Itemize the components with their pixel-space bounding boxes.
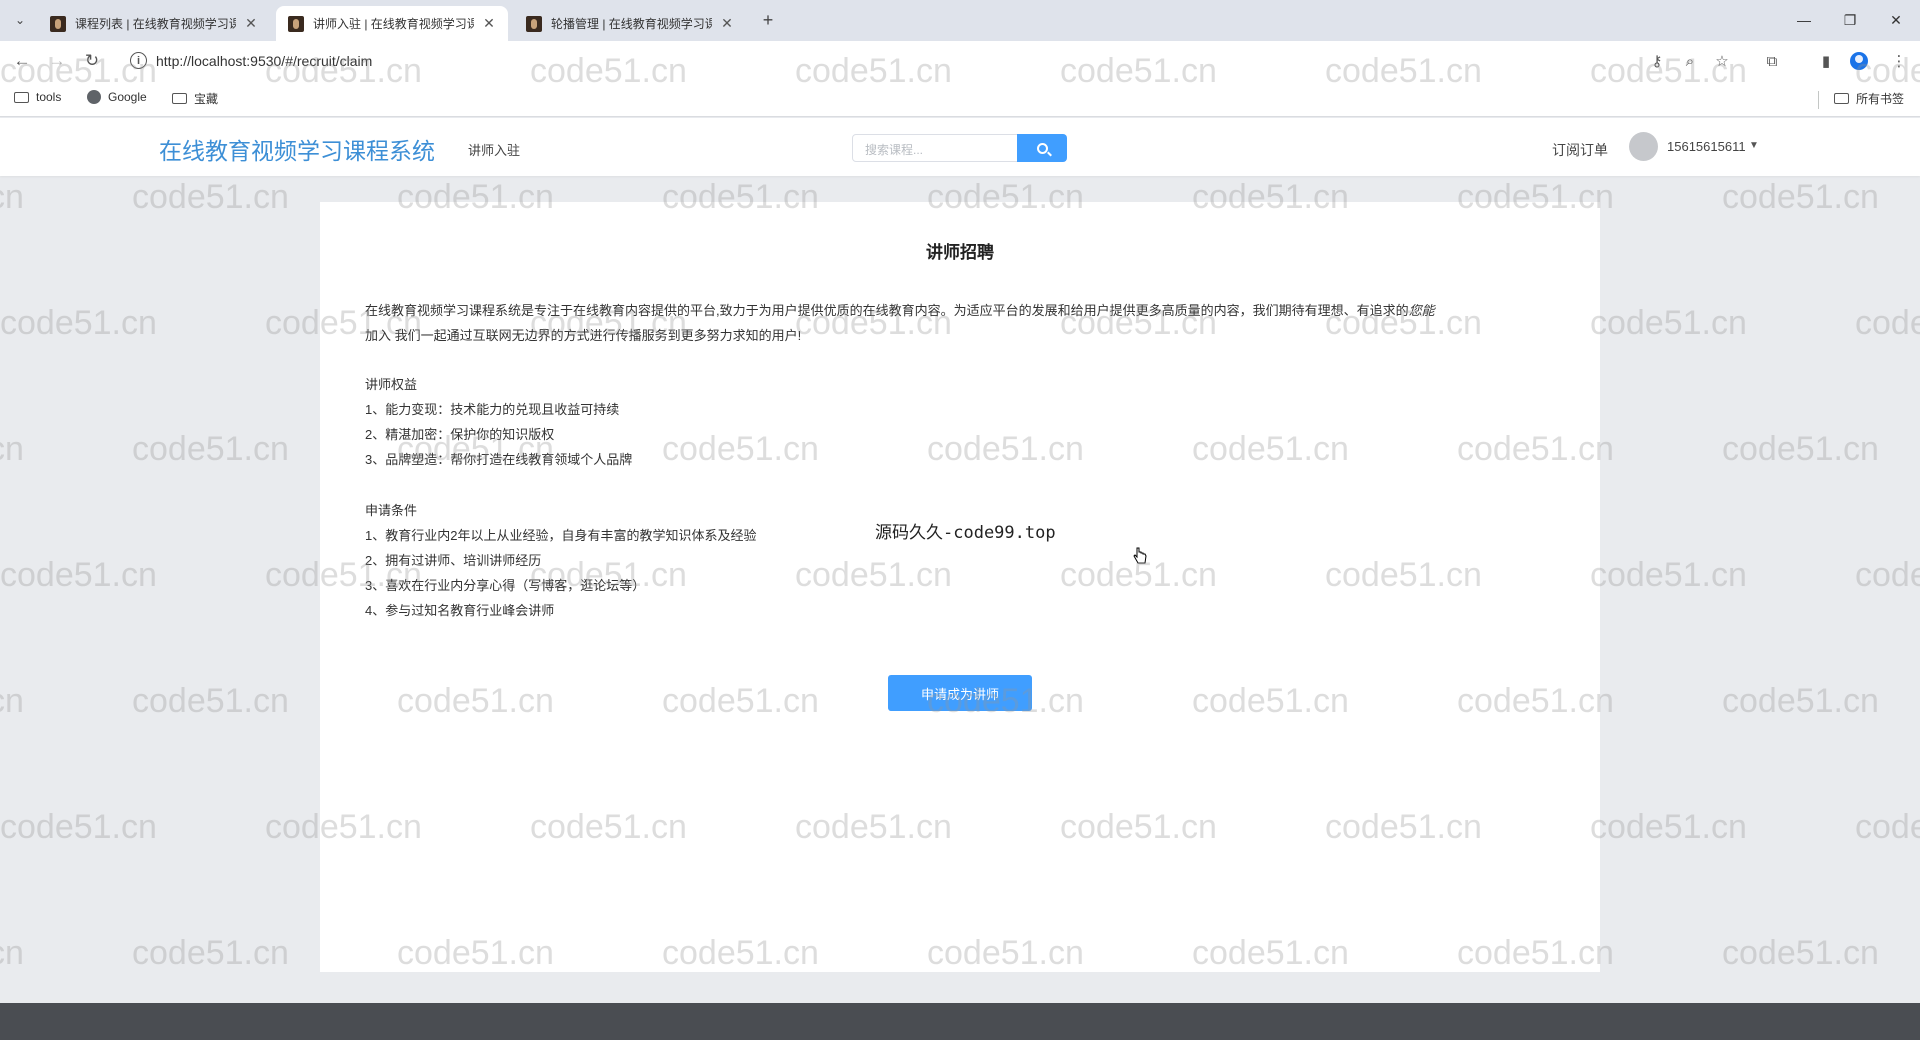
intro-emphasis: 您能 [1408, 303, 1435, 318]
watermark-text: code51.cn [1590, 556, 1747, 594]
bookmark-tools[interactable]: tools [14, 90, 61, 104]
browser-tab-bar: ⌄ 课程列表 | 在线教育视频学习课 ✕ 讲师入驻 | 在线教育视频学习课 ✕ … [0, 0, 1920, 41]
hand-cursor-icon [1133, 547, 1147, 564]
back-arrow-icon[interactable]: ← [10, 49, 34, 73]
watermark-text: code51.cn [0, 304, 157, 342]
folder-icon [14, 91, 29, 103]
conditions-section: 申请条件 1、教育行业内2年以上从业经验，自身有丰富的教学知识体系及经验 2、拥… [365, 498, 756, 623]
site-favicon-icon [526, 15, 542, 32]
bookmark-star-icon[interactable]: ☆ [1711, 50, 1733, 72]
benefits-heading: 讲师权益 [365, 377, 418, 392]
search-icon [1036, 142, 1048, 154]
bookmarks-divider [1818, 91, 1819, 109]
intro-paragraph: 在线教育视频学习课程系统是专注于在线教育内容提供的平台,致力于为用户提供优质的在… [365, 298, 1557, 348]
watermark-text: code51.cn [0, 682, 24, 720]
bookmarks-bar: tools Google 宝藏 所有书签 [0, 81, 1920, 117]
side-panel-icon[interactable]: ▮ [1815, 50, 1837, 72]
all-bookmarks-label: 所有书签 [1856, 92, 1905, 106]
bookmark-google[interactable]: Google [87, 90, 147, 104]
close-tab-icon[interactable]: ✕ [718, 15, 736, 32]
site-info-icon[interactable]: i [130, 52, 147, 69]
watermark-text: code51.cn [1722, 934, 1879, 972]
bookmark-label: tools [36, 90, 62, 104]
page-title: 讲师招聘 [926, 243, 994, 262]
benefit-item: 2、精湛加密：保护你的知识版权 [365, 427, 555, 442]
zoom-icon[interactable]: ⌕ [1679, 50, 1701, 72]
browser-tab-teacher-join[interactable]: 讲师入驻 | 在线教育视频学习课 ✕ [276, 6, 508, 41]
watermark-text: code51.cn [1855, 304, 1920, 342]
minimize-icon[interactable]: — [1784, 6, 1824, 34]
tab-title: 轮播管理 | 在线教育视频学习课 [551, 17, 712, 31]
benefit-item: 3、品牌塑造：帮你打造在线教育领域个人品牌 [365, 452, 633, 467]
conditions-heading: 申请条件 [365, 503, 418, 518]
bookmark-label: Google [108, 90, 147, 104]
watermark-text: code51.cn [132, 430, 289, 468]
source-overlay-text: 源码久久-code99.top [875, 523, 1056, 543]
watermark-text: code51.cn [0, 178, 24, 216]
all-bookmarks[interactable]: 所有书签 [1834, 90, 1904, 107]
condition-item: 2、拥有过讲师、培训讲师经历 [365, 553, 542, 568]
watermark-text: code51.cn [1855, 556, 1920, 594]
watermark-text: code51.cn [132, 178, 289, 216]
browser-tab-carousel[interactable]: 轮播管理 | 在线教育视频学习课 ✕ [514, 6, 746, 41]
more-menu-icon[interactable]: ⋮ [1888, 50, 1910, 72]
folder-icon [1834, 93, 1849, 104]
caret-down-icon[interactable]: ▼ [1749, 140, 1759, 151]
watermark-text: code51.cn [132, 934, 289, 972]
password-key-icon[interactable]: ⚷ [1646, 50, 1668, 72]
user-avatar[interactable] [1629, 132, 1658, 161]
site-header: 在线教育视频学习课程系统 讲师入驻 搜索课程... 订阅订单 156156156… [0, 118, 1920, 176]
address-url[interactable]: http://localhost:9530/#/recruit/claim [156, 53, 372, 69]
bookmark-label: 宝藏 [194, 92, 219, 106]
watermark-text: code51.cn [132, 682, 289, 720]
watermark-text: code51.cn [1722, 430, 1879, 468]
recruit-card: 讲师招聘 在线教育视频学习课程系统是专注于在线教育内容提供的平台,致力于为用户提… [320, 202, 1600, 972]
site-logo[interactable]: 在线教育视频学习课程系统 [159, 132, 435, 166]
page-footer [0, 1003, 1920, 1040]
condition-item: 4、参与过知名教育行业峰会讲师 [365, 603, 555, 618]
tab-title: 讲师入驻 | 在线教育视频学习课 [313, 17, 474, 31]
watermark-text: code51.cn [0, 556, 157, 594]
new-tab-plus-icon[interactable]: + [757, 9, 779, 31]
search-button[interactable] [1017, 134, 1067, 162]
browser-tab-course-list[interactable]: 课程列表 | 在线教育视频学习课 ✕ [38, 6, 270, 41]
bookmark-treasure[interactable]: 宝藏 [172, 90, 218, 107]
close-tab-icon[interactable]: ✕ [480, 15, 498, 32]
watermark-text: code51.cn [0, 430, 24, 468]
extensions-icon[interactable]: ⧉ [1761, 50, 1783, 72]
benefits-section: 讲师权益 1、能力变现：技术能力的兑现且收益可持续 2、精湛加密：保护你的知识版… [365, 372, 632, 472]
site-favicon-icon [50, 15, 66, 32]
watermark-text: code51.cn [1722, 178, 1879, 216]
condition-item: 3、喜欢在行业内分享心得（写博客，逛论坛等） [365, 578, 646, 593]
course-search-input[interactable]: 搜索课程... [852, 134, 1018, 162]
close-tab-icon[interactable]: ✕ [242, 15, 260, 32]
watermark-text: code51.cn [1590, 304, 1747, 342]
watermark-text: code51.cn [1590, 808, 1747, 846]
address-bar[interactable]: i http://localhost:9530/#/recruit/claim [122, 45, 1746, 77]
tab-title: 课程列表 | 在线教育视频学习课 [75, 17, 236, 31]
site-favicon-icon [288, 15, 304, 32]
nav-teacher-join[interactable]: 讲师入驻 [468, 140, 520, 159]
user-phone[interactable]: 15615615611 [1667, 139, 1746, 154]
apply-teacher-button[interactable]: 申请成为讲师 [888, 675, 1032, 711]
profile-avatar-icon[interactable] [1850, 52, 1868, 70]
reload-icon[interactable]: ↻ [80, 49, 104, 73]
orders-link[interactable]: 订阅订单 [1552, 140, 1608, 160]
condition-item: 1、教育行业内2年以上从业经验，自身有丰富的教学知识体系及经验 [365, 528, 757, 543]
watermark-text: code51.cn [0, 934, 24, 972]
watermark-text: code51.cn [1722, 682, 1879, 720]
watermark-text: code51.cn [0, 808, 157, 846]
intro-text-2: 加入 我们一起通过互联网无边界的方式进行传播服务到更多努力求知的用户! [365, 328, 802, 343]
restore-icon[interactable]: ❐ [1830, 6, 1870, 34]
close-window-icon[interactable]: ✕ [1876, 6, 1916, 34]
benefit-item: 1、能力变现：技术能力的兑现且收益可持续 [365, 402, 620, 417]
watermark-text: code51.cn [1855, 808, 1920, 846]
forward-arrow-icon[interactable]: → [45, 49, 69, 73]
folder-icon [172, 93, 187, 104]
browser-toolbar: ← → ↻ i http://localhost:9530/#/recruit/… [0, 41, 1920, 81]
globe-icon [87, 90, 101, 104]
tab-search-chevron-icon[interactable]: ⌄ [9, 9, 31, 31]
intro-text: 在线教育视频学习课程系统是专注于在线教育内容提供的平台,致力于为用户提供优质的在… [365, 303, 1409, 318]
